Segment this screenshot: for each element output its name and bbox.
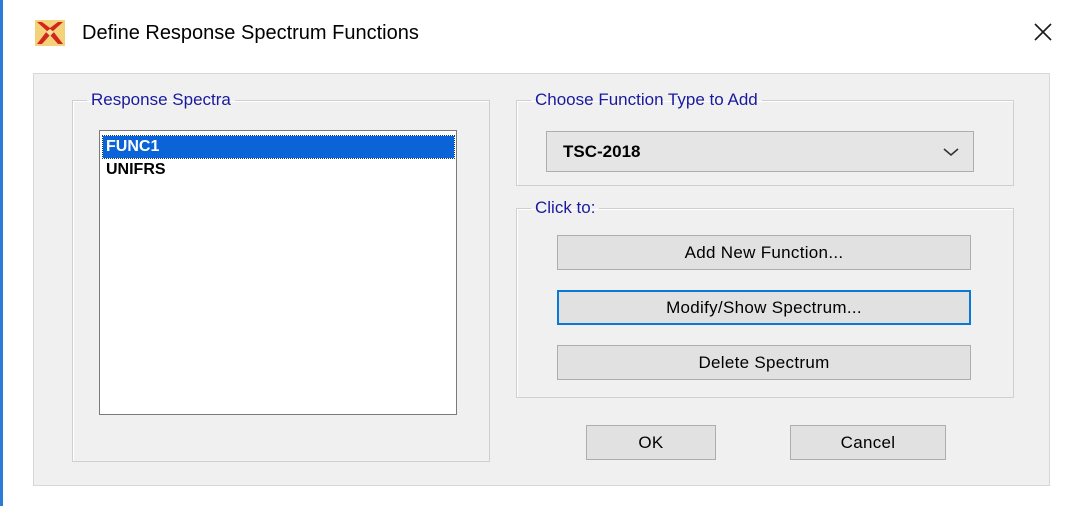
list-item[interactable]: FUNC1: [102, 135, 455, 159]
title-bar[interactable]: Define Response Spectrum Functions: [3, 0, 1076, 66]
etabs-x-icon: [35, 20, 65, 46]
delete-spectrum-button[interactable]: Delete Spectrum: [557, 345, 971, 380]
list-item[interactable]: UNIFRS: [103, 159, 454, 181]
function-type-select[interactable]: TSC-2018: [546, 131, 974, 172]
function-type-legend: Choose Function Type to Add: [535, 90, 758, 109]
function-type-value: TSC-2018: [563, 142, 641, 161]
response-spectra-listbox[interactable]: FUNC1 UNIFRS: [99, 130, 457, 415]
close-icon: [1034, 23, 1052, 41]
response-spectra-legend: Response Spectra: [91, 90, 231, 109]
ok-button[interactable]: OK: [586, 425, 716, 460]
click-to-legend: Click to:: [535, 198, 596, 217]
dialog-window: Define Response Spectrum Functions Respo…: [0, 0, 1076, 506]
window-title: Define Response Spectrum Functions: [82, 22, 419, 44]
window-left-border: [0, 0, 3, 506]
modify-show-spectrum-button[interactable]: Modify/Show Spectrum...: [557, 290, 971, 325]
cancel-button[interactable]: Cancel: [790, 425, 946, 460]
add-new-function-button[interactable]: Add New Function...: [557, 235, 971, 270]
chevron-down-icon: [943, 148, 959, 157]
close-button[interactable]: [1023, 14, 1063, 50]
